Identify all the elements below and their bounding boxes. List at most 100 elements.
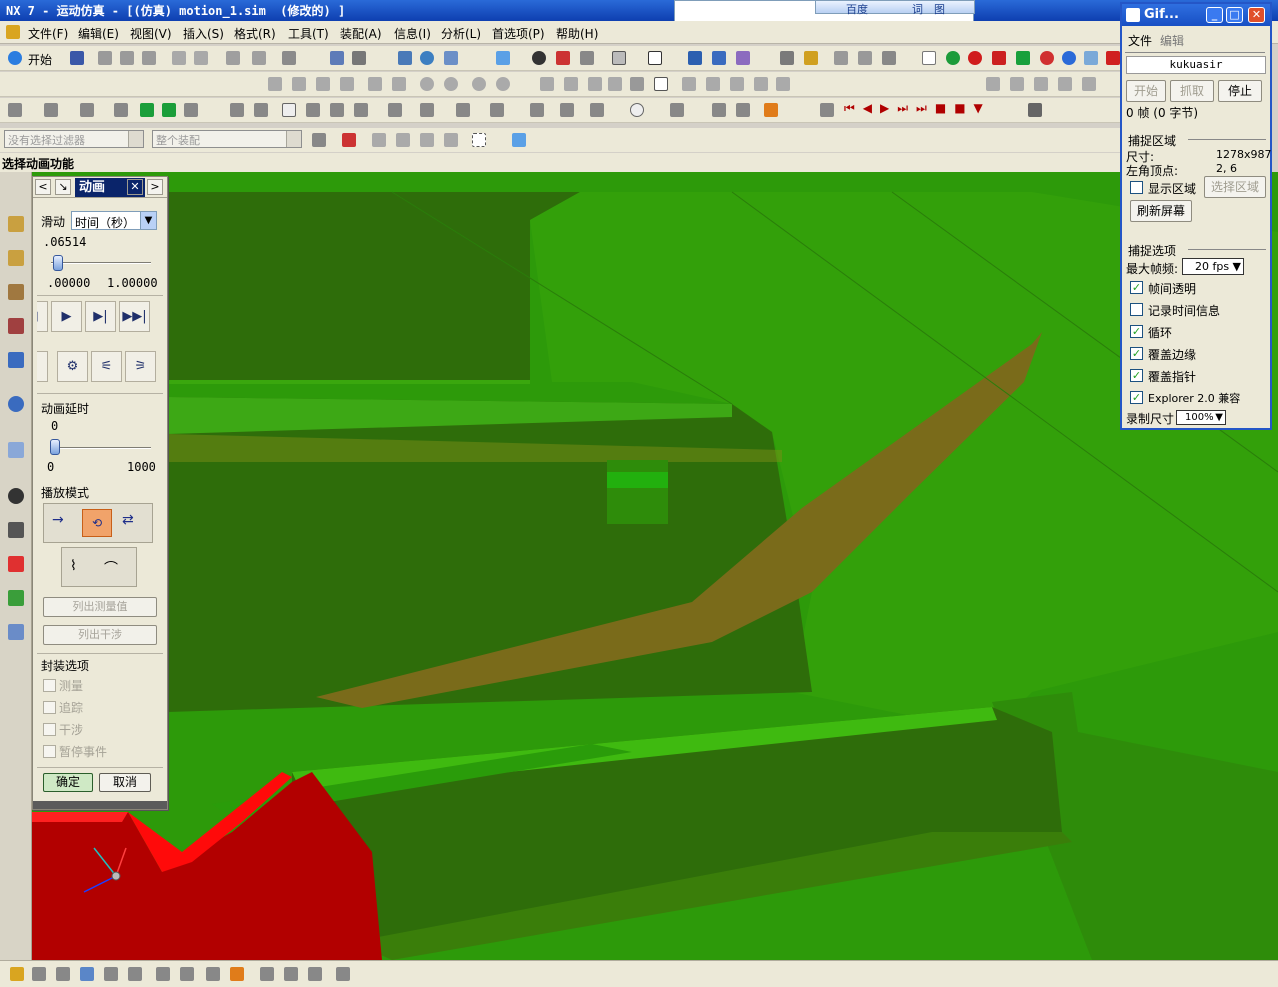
color-icon[interactable]: [648, 51, 662, 65]
chevron-right-icon[interactable]: >: [147, 179, 163, 195]
measure-checkbox[interactable]: [43, 679, 56, 692]
playback-controls[interactable]: ⏮◀▶⏭⏭■■▼: [844, 101, 991, 116]
menu-view[interactable]: 视图(V): [130, 25, 172, 42]
refresh-screen-button[interactable]: 刷新屏幕: [1130, 200, 1192, 222]
offset-icon[interactable]: [682, 77, 696, 91]
function-icon[interactable]: [282, 103, 296, 117]
gauge-icon[interactable]: [630, 103, 644, 117]
reposition-icon[interactable]: [114, 103, 128, 117]
gear-select-icon[interactable]: [230, 967, 244, 981]
export-icon[interactable]: [590, 103, 604, 117]
extra-icon[interactable]: [1106, 51, 1120, 65]
sequence-icon[interactable]: [670, 103, 684, 117]
graphics-viewport[interactable]: [32, 172, 1278, 960]
ok-button[interactable]: 确定: [43, 773, 93, 792]
blue-ring-icon[interactable]: [1062, 51, 1076, 65]
step-back-icon[interactable]: ◀: [37, 301, 48, 332]
dimension-icon[interactable]: [986, 77, 1000, 91]
green-gear-icon[interactable]: [1016, 51, 1030, 65]
radius-icon[interactable]: [1034, 77, 1048, 91]
event-icon[interactable]: ↺: [37, 351, 48, 382]
glasses-icon[interactable]: [282, 51, 296, 65]
fast-forward-icon[interactable]: ▶▶|: [119, 301, 150, 332]
link-select-icon[interactable]: [80, 967, 94, 981]
select-area-button[interactable]: 选择区域: [1204, 176, 1266, 198]
angle-icon[interactable]: [1010, 77, 1024, 91]
tab-baidu[interactable]: 百度: [846, 1, 868, 17]
measure-icon[interactable]: [330, 103, 344, 117]
tab-image[interactable]: 图: [934, 1, 945, 17]
reuse-library-icon[interactable]: [8, 352, 24, 368]
sheet-icon[interactable]: [922, 51, 936, 65]
show-area-checkbox[interactable]: [1130, 181, 1143, 194]
text-icon[interactable]: [630, 77, 644, 91]
step-forward-icon[interactable]: ▶|: [85, 301, 116, 332]
articulation-icon[interactable]: [490, 103, 504, 117]
marker-icon[interactable]: [780, 51, 794, 65]
graph-icon[interactable]: [420, 103, 434, 117]
delete-icon[interactable]: [226, 51, 240, 65]
fill-icon[interactable]: [736, 103, 750, 117]
part-navigator-icon[interactable]: [8, 318, 24, 334]
cover-edge-checkbox[interactable]: ✓: [1130, 347, 1143, 360]
transparent-checkbox[interactable]: ✓: [1130, 281, 1143, 294]
circle-icon[interactable]: [420, 77, 434, 91]
articulate-icon[interactable]: ⚞: [125, 351, 156, 382]
menu-edit[interactable]: 编辑(E): [78, 25, 119, 42]
gif-menu-edit[interactable]: 编辑: [1160, 32, 1184, 49]
parallel-icon[interactable]: [316, 77, 330, 91]
snap-point-icon[interactable]: [342, 133, 356, 147]
rotate-icon[interactable]: [420, 51, 434, 65]
section-icon[interactable]: [556, 51, 570, 65]
feature-icon[interactable]: [230, 103, 244, 117]
menu-help[interactable]: 帮助(H): [556, 25, 598, 42]
settings-gear-icon[interactable]: [1084, 51, 1098, 65]
delay-slider-track[interactable]: [51, 447, 151, 449]
cancel-button[interactable]: 取消: [99, 773, 151, 792]
type-filter-combo[interactable]: 没有选择过滤器: [4, 130, 144, 148]
joint-icon[interactable]: [736, 51, 750, 65]
connector-select-icon[interactable]: [128, 967, 142, 981]
start-button[interactable]: 开始: [28, 51, 52, 68]
refresh-icon[interactable]: [184, 103, 198, 117]
wave-icon[interactable]: [608, 77, 622, 91]
component-icon[interactable]: [44, 103, 58, 117]
interference-icon[interactable]: [388, 103, 402, 117]
joint-step-icon[interactable]: ⚟: [91, 351, 122, 382]
body-select-icon[interactable]: [56, 967, 70, 981]
maximize-icon[interactable]: □: [1226, 7, 1243, 23]
redo-icon[interactable]: [194, 51, 208, 65]
circle-point-icon[interactable]: [444, 77, 458, 91]
component-select-icon[interactable]: [32, 967, 46, 981]
assembly-icon[interactable]: [8, 103, 22, 117]
constraint-select-icon[interactable]: [260, 967, 274, 981]
play-once-icon[interactable]: →: [52, 512, 64, 528]
pin-icon[interactable]: ↘: [55, 179, 71, 195]
zoom-icon[interactable]: [352, 51, 366, 65]
mate-icon[interactable]: [80, 103, 94, 117]
project-icon[interactable]: [706, 77, 720, 91]
list-interference-button[interactable]: 列出干涉: [43, 625, 157, 645]
arc-icon[interactable]: [292, 77, 306, 91]
spring-select-icon[interactable]: [156, 967, 170, 981]
menu-file[interactable]: 文件(F): [28, 25, 68, 42]
face-icon[interactable]: [396, 133, 410, 147]
flag-icon[interactable]: [1028, 103, 1042, 117]
delay-slider-thumb[interactable]: [50, 439, 60, 455]
menu-tools[interactable]: 工具(T): [288, 25, 329, 42]
stop-solve-icon[interactable]: [968, 51, 982, 65]
spring-icon[interactable]: [804, 51, 818, 65]
pan-icon[interactable]: [444, 51, 458, 65]
back-arrow-icon[interactable]: [140, 103, 154, 117]
arrow-icon[interactable]: [372, 133, 386, 147]
constraint-icon[interactable]: [1058, 77, 1072, 91]
cover-pointer-checkbox[interactable]: ✓: [1130, 369, 1143, 382]
list-measure-button[interactable]: 列出测量值: [43, 597, 157, 617]
background-icon[interactable]: [612, 51, 626, 65]
gif-start-button[interactable]: 开始: [1126, 80, 1166, 102]
interference-checkbox[interactable]: [43, 723, 56, 736]
loop-checkbox[interactable]: ✓: [1130, 325, 1143, 338]
first-pose-icon[interactable]: ⌇: [70, 558, 77, 574]
marker-select-icon[interactable]: [206, 967, 220, 981]
layer-icon[interactable]: [580, 51, 594, 65]
